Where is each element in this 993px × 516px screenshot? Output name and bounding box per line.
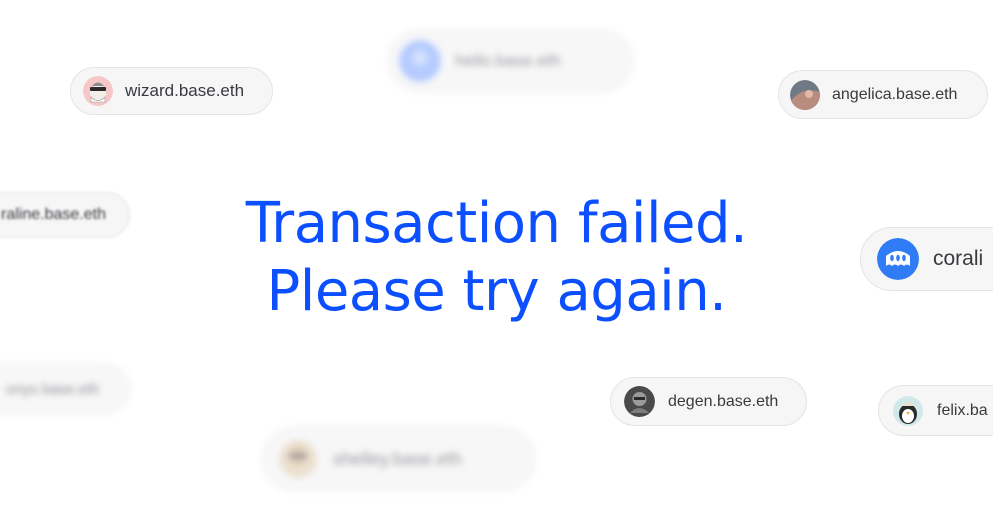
name-pill-bottom-left: shelley.base.eth [262,427,535,491]
avatar-icon [624,386,655,417]
name-cloud-background: hello.base.eth wizard.base.eth angelica.… [0,0,993,516]
penguin-avatar-icon [893,395,923,426]
name-pill-degen: degen.base.eth [610,377,807,426]
wizard-avatar-icon [83,76,113,106]
name-pill-felix: felix.ba [878,385,993,436]
name-pill-angelica: angelica.base.eth [778,70,988,119]
pill-name: degen.base.eth [668,392,779,410]
error-message: Transaction failed. Please try again. [0,190,993,326]
avatar-icon [399,40,441,82]
pill-name: wizard.base.eth [125,81,245,100]
error-message-line-1: Transaction failed. [245,191,748,256]
pill-name: onyx.base.eth [6,380,100,398]
name-pill-onyx: onyx.base.eth [0,364,130,414]
pill-name: shelley.base.eth [333,448,462,469]
name-pill-top-center: hello.base.eth [388,30,633,92]
pill-name: felix.ba [937,401,988,419]
avatar-icon [790,79,820,110]
pill-name: angelica.base.eth [832,85,958,103]
pill-name: hello.base.eth [455,51,561,70]
name-pill-wizard: wizard.base.eth [70,67,273,115]
avatar-icon [279,440,317,478]
error-message-line-2: Please try again. [266,259,727,324]
